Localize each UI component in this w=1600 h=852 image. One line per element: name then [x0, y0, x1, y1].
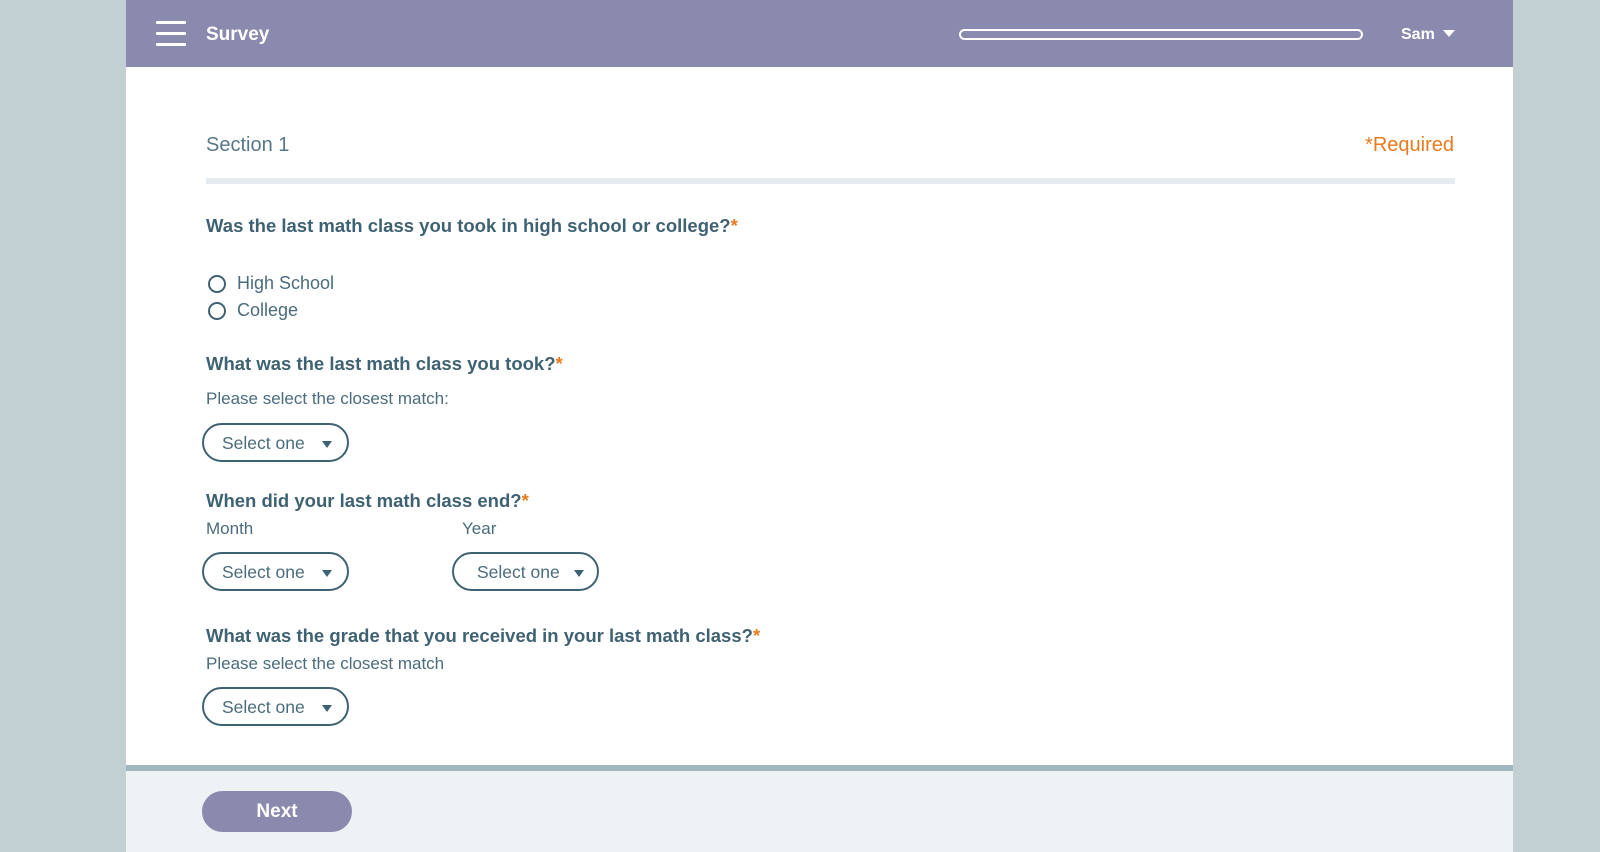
chevron-down-icon: [1442, 30, 1455, 37]
required-asterisk: *: [555, 353, 563, 374]
app-title: Survey: [206, 24, 270, 45]
question-school-type: Was the last math class you took in high…: [206, 215, 738, 237]
select-value: Select one: [222, 562, 305, 582]
select-value: Select one: [222, 697, 305, 717]
required-asterisk: *: [730, 215, 738, 236]
month-label: Month: [206, 519, 254, 538]
next-button[interactable]: Next: [202, 791, 352, 832]
chevron-down-icon: [574, 570, 584, 577]
radio-option-college[interactable]: College: [208, 300, 298, 321]
question-grade: What was the grade that you received in …: [206, 625, 760, 647]
question-last-class: What was the last math class you took?*: [206, 353, 563, 375]
chevron-down-icon: [322, 705, 332, 712]
year-label: Year: [462, 519, 497, 538]
question-hint: Please select the closest match: [206, 654, 445, 673]
top-bar: Survey Sam: [126, 0, 1513, 67]
select-value: Select one: [222, 433, 305, 453]
section-title: Section 1: [206, 134, 290, 156]
radio-option-high-school[interactable]: High School: [208, 273, 334, 294]
select-value: Select one: [477, 562, 560, 582]
question-class-end: When did your last math class end?*: [206, 490, 529, 512]
survey-app: Survey Sam Section 1 *Required Was the l…: [126, 0, 1513, 852]
year-select[interactable]: Select one: [452, 552, 599, 591]
user-name: Sam: [1401, 26, 1435, 43]
question-text: What was the last math class you took?: [206, 353, 556, 374]
required-asterisk: *: [521, 490, 529, 511]
question-text: When did your last math class end?: [206, 490, 522, 511]
required-asterisk: *: [752, 625, 761, 646]
month-select[interactable]: Select one: [202, 552, 349, 591]
section-divider: [206, 178, 1455, 184]
last-class-select[interactable]: Select one: [202, 423, 349, 462]
user-menu[interactable]: Sam: [1401, 26, 1455, 44]
radio-label: College: [237, 300, 299, 320]
chevron-down-icon: [322, 441, 332, 448]
footer: Next: [126, 771, 1513, 852]
required-note: *Required: [1365, 134, 1454, 156]
radio-button-icon[interactable]: [208, 301, 226, 320]
grade-select[interactable]: Select one: [202, 687, 349, 726]
radio-button-icon[interactable]: [208, 274, 226, 293]
progress-bar: [959, 29, 1363, 40]
chevron-down-icon: [322, 570, 332, 577]
radio-label: High School: [237, 273, 335, 293]
question-text: Was the last math class you took in high…: [206, 215, 731, 236]
hamburger-menu-icon[interactable]: [156, 21, 186, 46]
question-hint: Please select the closest match:: [206, 389, 449, 408]
question-text: What was the grade that you received in …: [206, 625, 753, 646]
